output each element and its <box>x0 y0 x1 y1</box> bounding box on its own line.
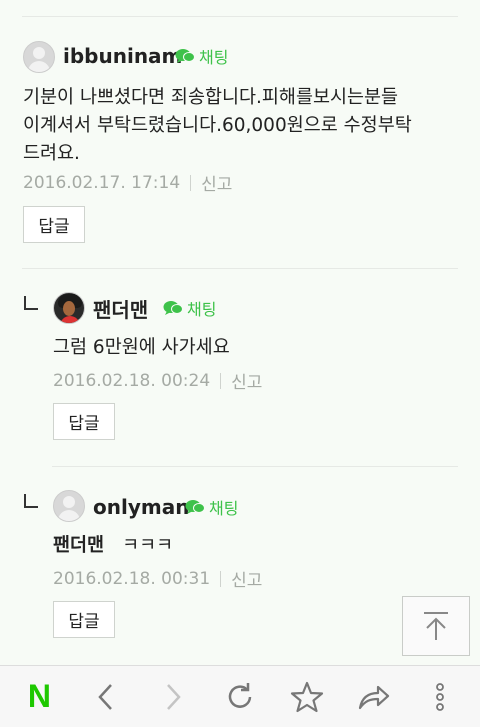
scroll-to-top-button[interactable] <box>402 596 470 656</box>
comment-meta: 2016.02.18. 00:24 신고 <box>53 368 262 394</box>
top-divider <box>22 16 458 17</box>
reply-indicator-icon <box>24 296 38 310</box>
comment-nickname[interactable]: ibbuninam <box>63 44 182 68</box>
naver-home-button[interactable]: N <box>14 672 64 722</box>
share-button[interactable] <box>349 672 399 722</box>
comment-text-line: 드려요. <box>23 143 80 164</box>
chat-bubble-icon <box>175 49 195 63</box>
naver-logo: N <box>27 678 51 714</box>
refresh-button[interactable] <box>215 672 265 722</box>
share-icon <box>358 685 389 709</box>
reply-button[interactable]: 답글 <box>53 403 115 440</box>
forward-icon <box>167 683 181 710</box>
more-menu-button[interactable] <box>415 672 465 722</box>
chat-link[interactable]: 채팅 <box>175 44 228 68</box>
back-button[interactable] <box>81 672 131 722</box>
report-link[interactable]: 신고 <box>231 368 262 393</box>
chat-label: 채팅 <box>187 300 217 319</box>
chat-label: 채팅 <box>209 499 239 518</box>
reply-button[interactable]: 답글 <box>23 206 85 243</box>
refresh-icon <box>228 682 252 708</box>
comment-divider <box>52 466 458 467</box>
bookmark-button[interactable] <box>282 672 332 722</box>
reply-button[interactable]: 답글 <box>53 601 115 638</box>
report-link[interactable]: 신고 <box>201 170 232 195</box>
comment-text-line: 이계셔서 부탁드렸습니다.60,000원으로 수정부탁 <box>23 115 412 136</box>
back-icon <box>98 683 113 710</box>
reply-indicator-icon <box>24 494 38 508</box>
comment-text: 기분이 나쁘셨다면 죄송합니다.피해를보시는분들 이계셔서 부탁드렸습니다.60… <box>23 84 412 168</box>
comment-nickname[interactable]: 팬더맨 <box>93 294 148 323</box>
forward-button[interactable] <box>148 672 198 722</box>
comment-text: 그럼 6만원에 사가세요 <box>53 337 230 358</box>
comment-body: ㅋㅋㅋ <box>122 535 174 556</box>
comment-divider <box>22 268 458 269</box>
avatar-ibbuninam[interactable] <box>23 41 55 73</box>
comment-nickname[interactable]: onlyman <box>93 495 189 519</box>
comment-date: 2016.02.18. 00:31 <box>53 568 211 589</box>
comment-text: 팬더맨 ㅋㅋㅋ <box>53 532 173 560</box>
comment-text-line: 기분이 나쁘셨다면 죄송합니다.피해를보시는분들 <box>23 87 399 108</box>
avatar-pandaman[interactable] <box>53 292 85 324</box>
chat-label: 채팅 <box>199 48 229 67</box>
arrow-up-icon <box>424 612 448 640</box>
chat-link[interactable]: 채팅 <box>185 495 238 519</box>
browser-toolbar: N <box>0 665 480 727</box>
meta-separator <box>220 372 222 389</box>
meta-separator <box>220 570 222 587</box>
meta-separator <box>190 174 192 191</box>
mention-nickname[interactable]: 팬더맨 <box>53 535 104 556</box>
avatar-onlyman[interactable] <box>53 490 85 522</box>
more-icon <box>436 682 445 711</box>
report-link[interactable]: 신고 <box>231 566 262 591</box>
chat-bubble-icon <box>163 301 183 315</box>
chat-link[interactable]: 채팅 <box>163 296 216 320</box>
chat-bubble-icon <box>185 500 205 514</box>
star-icon <box>290 681 323 712</box>
comment-date: 2016.02.17. 17:14 <box>23 172 181 193</box>
comment-meta: 2016.02.18. 00:31 신고 <box>53 566 262 592</box>
comment-date: 2016.02.18. 00:24 <box>53 370 211 391</box>
comment-meta: 2016.02.17. 17:14 신고 <box>23 170 232 196</box>
